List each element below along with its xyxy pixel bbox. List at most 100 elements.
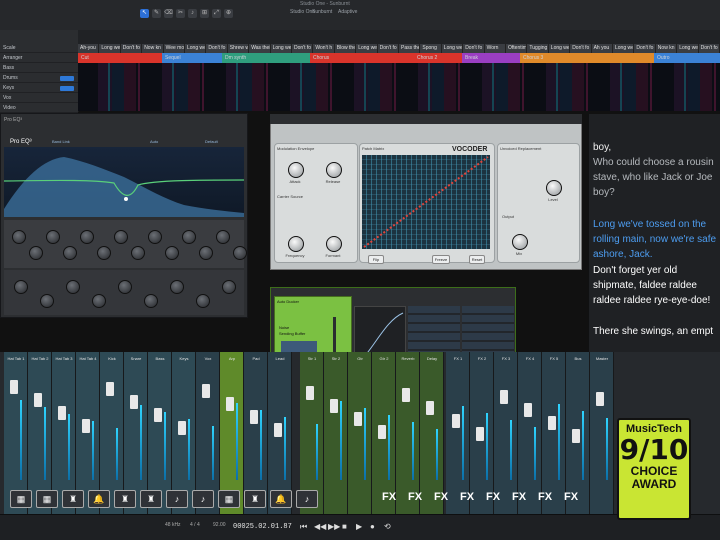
- channel-fader[interactable]: [354, 412, 362, 426]
- lyric-event[interactable]: Won't h: [313, 44, 335, 53]
- transport-button[interactable]: ■: [342, 522, 347, 531]
- channel-fader[interactable]: [402, 388, 410, 402]
- mixer-channel-strip[interactable]: [348, 352, 372, 514]
- lyric-event[interactable]: Don't fo: [698, 44, 720, 53]
- transport-button[interactable]: ▶▶: [328, 522, 340, 531]
- track-header[interactable]: Drums: [0, 74, 78, 83]
- lyric-event[interactable]: Long we: [677, 44, 699, 53]
- instrument-icon[interactable]: ♪: [192, 490, 214, 508]
- channel-fader[interactable]: [226, 397, 234, 411]
- track-header[interactable]: Video: [0, 104, 78, 113]
- reset-button[interactable]: Reset: [469, 255, 485, 264]
- tool-button-4[interactable]: ♪: [188, 9, 197, 18]
- eq-knob[interactable]: [216, 230, 230, 244]
- mixer-channel-strip[interactable]: [518, 352, 542, 514]
- vocoder-knob[interactable]: [326, 236, 342, 252]
- eq-knob[interactable]: [114, 230, 128, 244]
- eq-knob[interactable]: [80, 230, 94, 244]
- lyric-event[interactable]: Now kn: [655, 44, 678, 53]
- transport-button[interactable]: ⏮: [300, 522, 307, 532]
- instrument-icon[interactable]: ♜: [244, 490, 266, 508]
- fx-label[interactable]: FX: [382, 491, 396, 503]
- instrument-icon[interactable]: ♜: [114, 490, 136, 508]
- eq-knob[interactable]: [182, 230, 196, 244]
- timeline-ruler[interactable]: [78, 30, 720, 45]
- tool-button-3[interactable]: ✂: [176, 9, 185, 18]
- lyric-event[interactable]: Tugging: [527, 44, 549, 53]
- vocoder-knob[interactable]: [546, 180, 562, 196]
- mixer-channel-strip[interactable]: [420, 352, 444, 514]
- pro-eq-tab-2[interactable]: Auto: [150, 139, 158, 144]
- eq-knob[interactable]: [131, 246, 145, 260]
- lyric-event[interactable]: Long we: [613, 44, 635, 53]
- lyric-event[interactable]: Long we: [548, 44, 571, 53]
- eq-knob[interactable]: [63, 246, 77, 260]
- channel-fader[interactable]: [10, 380, 18, 394]
- eq-knob[interactable]: [66, 280, 80, 294]
- channel-fader[interactable]: [548, 416, 556, 430]
- instrument-icon[interactable]: ▦: [36, 490, 58, 508]
- lyric-event[interactable]: Wee mon: [163, 44, 185, 53]
- arranger-section[interactable]: Chorus 3: [520, 53, 654, 63]
- lyric-event[interactable]: Blow thes: [334, 44, 357, 53]
- lyric-event[interactable]: Shrew won: [227, 44, 250, 53]
- transport-button[interactable]: ▶: [356, 522, 362, 531]
- channel-fader[interactable]: [500, 390, 508, 404]
- tool-button-1[interactable]: ✎: [152, 9, 161, 18]
- track-header[interactable]: Bass: [0, 64, 78, 73]
- tool-button-5[interactable]: ⊞: [200, 9, 209, 18]
- eq-knob[interactable]: [196, 294, 210, 308]
- mixer-channel-strip[interactable]: [494, 352, 518, 514]
- lyric-event[interactable]: Ah-you: [78, 44, 100, 53]
- vocoder-knob[interactable]: [288, 162, 304, 178]
- channel-fader[interactable]: [82, 419, 90, 433]
- tool-button-6[interactable]: ⤢: [212, 9, 221, 18]
- pro-eq-tab-3[interactable]: Default: [205, 139, 218, 144]
- fx-label[interactable]: FX: [486, 491, 500, 503]
- instrument-icon[interactable]: ▦: [218, 490, 240, 508]
- eq-knob[interactable]: [12, 230, 26, 244]
- freeze-button[interactable]: Freeze: [432, 255, 450, 264]
- mixer-channel-strip[interactable]: [542, 352, 566, 514]
- flip-button[interactable]: Flip: [368, 255, 384, 264]
- fx-label[interactable]: FX: [460, 491, 474, 503]
- eq-knob[interactable]: [144, 294, 158, 308]
- channel-fader[interactable]: [426, 401, 434, 415]
- transport-button[interactable]: ⟲: [384, 522, 391, 531]
- tool-button-2[interactable]: ⌫: [164, 9, 173, 18]
- channel-fader[interactable]: [154, 408, 162, 422]
- eq-knob[interactable]: [97, 246, 111, 260]
- eq-knob[interactable]: [29, 246, 43, 260]
- tool-button-7[interactable]: ⊕: [224, 9, 233, 18]
- channel-fader[interactable]: [452, 414, 460, 428]
- instrument-icon[interactable]: ♪: [166, 490, 188, 508]
- instrument-icon[interactable]: ▦: [10, 490, 32, 508]
- channel-fader[interactable]: [130, 395, 138, 409]
- track-header[interactable]: Arranger: [0, 54, 78, 63]
- transport-button[interactable]: ◀◀: [314, 522, 326, 531]
- lyric-event[interactable]: Long we: [441, 44, 464, 53]
- lyric-event[interactable]: Ah you: [591, 44, 613, 53]
- arranger-section[interactable]: Break: [462, 53, 520, 63]
- lyric-event[interactable]: Don't fo: [634, 44, 656, 53]
- patch-matrix-grid[interactable]: [362, 155, 490, 249]
- lyric-event[interactable]: Don't fo: [292, 44, 314, 53]
- arranger-section[interactable]: Chorus 2: [414, 53, 462, 63]
- channel-fader[interactable]: [524, 403, 532, 417]
- channel-fader[interactable]: [330, 399, 338, 413]
- lyric-event[interactable]: Don't fo: [570, 44, 592, 53]
- fx-label[interactable]: FX: [564, 491, 578, 503]
- instrument-icon[interactable]: ♜: [62, 490, 84, 508]
- lyric-event[interactable]: Pass the: [399, 44, 421, 53]
- eq-knob[interactable]: [46, 230, 60, 244]
- lyric-event[interactable]: Worn: [484, 44, 506, 53]
- arranger-section[interactable]: Chorus: [310, 53, 414, 63]
- channel-fader[interactable]: [572, 429, 580, 443]
- lyric-event[interactable]: Now kn: [142, 44, 164, 53]
- track-header[interactable]: Vox: [0, 94, 78, 103]
- channel-fader[interactable]: [378, 425, 386, 439]
- lyric-event[interactable]: Long we: [185, 44, 207, 53]
- eq-knob[interactable]: [165, 246, 179, 260]
- fx-label[interactable]: FX: [434, 491, 448, 503]
- fx-label[interactable]: FX: [408, 491, 422, 503]
